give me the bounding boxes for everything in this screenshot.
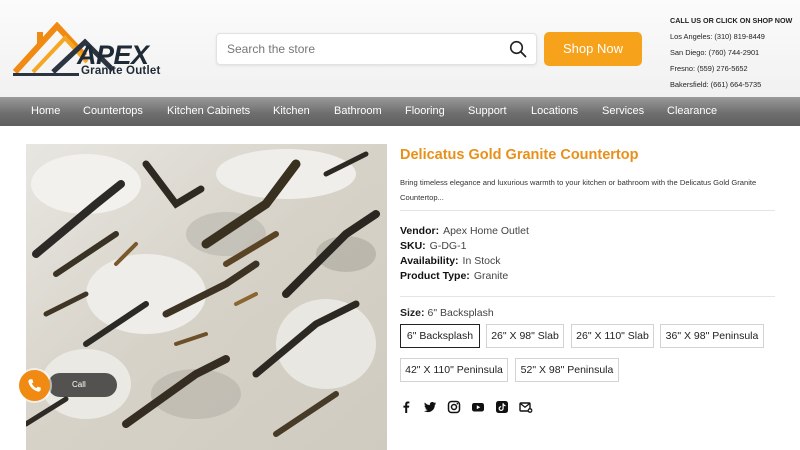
- nav-item-support[interactable]: Support: [468, 97, 507, 126]
- meta-vendor-value[interactable]: Apex Home Outlet: [443, 225, 529, 237]
- granite-texture-image: [26, 144, 387, 450]
- meta-product-type-value[interactable]: Granite: [474, 270, 508, 282]
- youtube-icon[interactable]: [471, 400, 485, 414]
- nav-item-flooring[interactable]: Flooring: [405, 97, 445, 126]
- main-nav: Home Countertops Kitchen Cabinets Kitche…: [0, 97, 800, 126]
- twitter-icon[interactable]: [423, 400, 437, 414]
- meta-sku-label: SKU:: [400, 240, 426, 252]
- nav-item-bathroom[interactable]: Bathroom: [334, 97, 382, 126]
- tiktok-icon[interactable]: [495, 400, 509, 414]
- nav-item-countertops[interactable]: Countertops: [83, 97, 143, 126]
- product-image[interactable]: [26, 144, 387, 450]
- search-icon[interactable]: [509, 40, 527, 58]
- contact-info: CALL US OR CLICK ON SHOP NOW Los Angeles…: [670, 16, 800, 96]
- size-option-26x98-slab[interactable]: 26" X 98" Slab: [486, 324, 564, 348]
- nav-item-clearance[interactable]: Clearance: [667, 97, 717, 126]
- nav-item-kitchen-cabinets[interactable]: Kitchen Cabinets: [167, 97, 250, 126]
- size-option-36x98-peninsula[interactable]: 36" X 98" Peninsula: [660, 324, 764, 348]
- meta-vendor: Vendor: Apex Home Outlet: [400, 225, 529, 237]
- nav-item-home[interactable]: Home: [31, 97, 60, 126]
- meta-sku-value: G-DG-1: [429, 240, 467, 252]
- nav-item-kitchen[interactable]: Kitchen: [273, 97, 310, 126]
- logo-subtitle: Granite Outlet: [81, 65, 161, 77]
- contact-line-fresno[interactable]: Fresno: (559) 276-5652: [670, 64, 800, 73]
- email-icon[interactable]: [519, 400, 533, 414]
- shop-now-button[interactable]: Shop Now: [544, 32, 642, 66]
- size-label-text: Size:: [400, 307, 425, 319]
- call-widget-label[interactable]: Call: [48, 373, 117, 397]
- meta-availability-value: In Stock: [462, 255, 501, 267]
- nav-item-services[interactable]: Services: [602, 97, 644, 126]
- search-bar: [216, 33, 537, 65]
- contact-line-los-angeles[interactable]: Los Angeles: (310) 819-8449: [670, 32, 800, 41]
- size-option-42x110-peninsula[interactable]: 42" X 110" Peninsula: [400, 358, 508, 382]
- size-option-6-backsplash[interactable]: 6" Backsplash: [400, 324, 480, 348]
- call-button[interactable]: [19, 370, 50, 401]
- product-description: Bring timeless elegance and luxurious wa…: [400, 178, 757, 202]
- meta-product-type-label: Product Type:: [400, 270, 470, 282]
- size-option-52x98-peninsula[interactable]: 52" X 98" Peninsula: [515, 358, 619, 382]
- site-header: APEX Granite Outlet Shop Now CALL US OR …: [0, 0, 800, 97]
- meta-vendor-label: Vendor:: [400, 225, 440, 237]
- meta-product-type: Product Type: Granite: [400, 270, 508, 282]
- facebook-icon[interactable]: [399, 400, 413, 414]
- nav-item-locations[interactable]: Locations: [531, 97, 578, 126]
- size-option-26x110-slab[interactable]: 26" X 110" Slab: [571, 324, 654, 348]
- search-input[interactable]: [227, 34, 507, 64]
- meta-sku: SKU: G-DG-1: [400, 240, 466, 252]
- instagram-icon[interactable]: [447, 400, 461, 414]
- site-logo[interactable]: APEX Granite Outlet: [13, 22, 165, 78]
- contact-title: CALL US OR CLICK ON SHOP NOW: [670, 16, 793, 25]
- contact-line-bakersfield[interactable]: Bakersfield: (661) 664-5735: [670, 80, 800, 89]
- meta-availability-label: Availability:: [400, 255, 459, 267]
- divider: [400, 210, 775, 211]
- product-title: Delicatus Gold Granite Countertop: [400, 147, 639, 163]
- meta-availability: Availability: In Stock: [400, 255, 500, 267]
- contact-line-san-diego[interactable]: San Diego: (760) 744-2901: [670, 48, 800, 57]
- size-selected-value: 6" Backsplash: [427, 307, 494, 319]
- divider: [400, 296, 775, 297]
- phone-icon: [28, 379, 41, 392]
- size-label: Size: 6" Backsplash: [400, 307, 494, 319]
